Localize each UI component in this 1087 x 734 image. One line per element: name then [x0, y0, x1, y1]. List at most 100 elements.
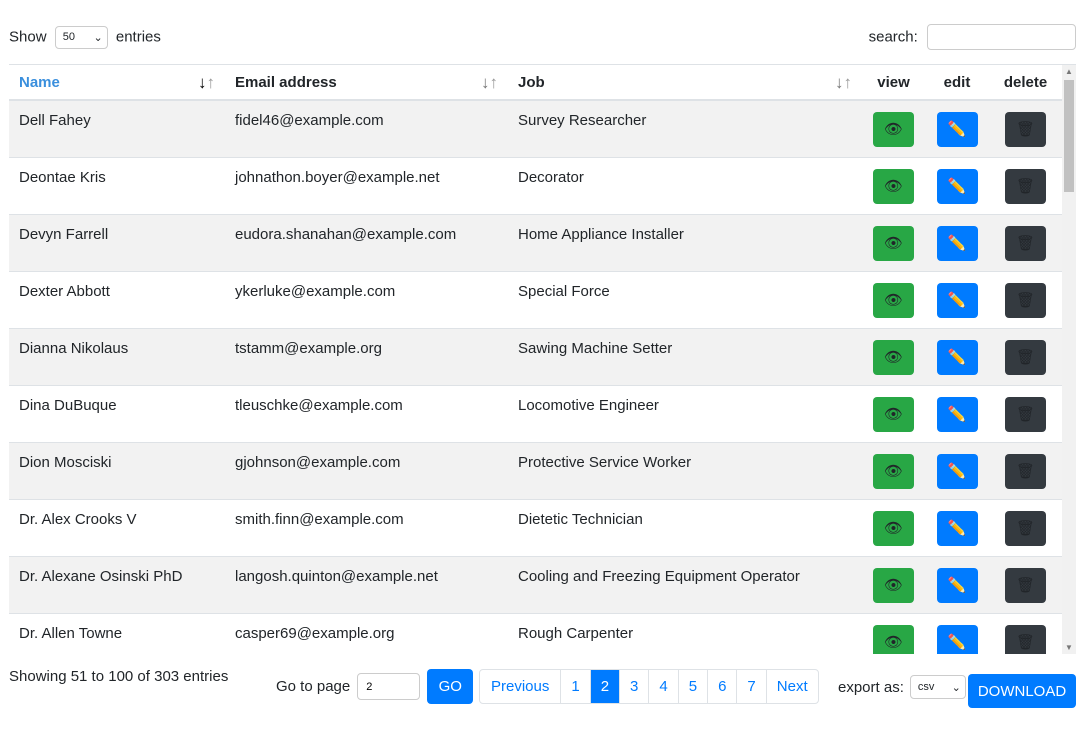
- view-button[interactable]: 👁: [873, 225, 914, 261]
- cell-email: eudora.shanahan@example.com: [225, 214, 508, 272]
- view-button[interactable]: 👁: [873, 339, 914, 375]
- go-button[interactable]: GO: [427, 669, 474, 704]
- delete-button[interactable]: 🗑: [1005, 282, 1046, 318]
- delete-button[interactable]: 🗑: [1005, 339, 1046, 375]
- column-header-edit: edit: [925, 65, 989, 101]
- table-row: Deontae Kris johnathon.boyer@example.net…: [9, 157, 1062, 215]
- table-row: Dion Mosciski gjohnson@example.com Prote…: [9, 442, 1062, 500]
- view-button[interactable]: 👁: [873, 396, 914, 432]
- pencil-icon: ✏️: [947, 348, 967, 366]
- pencil-icon: ✏️: [947, 576, 967, 594]
- entries-select[interactable]: 50 ⌄: [54, 25, 108, 49]
- page-button-2[interactable]: 2: [589, 670, 620, 703]
- table-row: Dr. Alex Crooks V smith.finn@example.com…: [9, 499, 1062, 557]
- wastebasket-icon: 🗑: [1015, 633, 1036, 651]
- eye-icon: 👁: [883, 633, 904, 651]
- table-footer: Showing 51 to 100 of 303 entries Go to p…: [9, 668, 1076, 708]
- show-label: Show: [9, 27, 47, 45]
- cell-email: casper69@example.org: [225, 613, 508, 654]
- view-button[interactable]: 👁: [873, 510, 914, 546]
- table-row: Dexter Abbott ykerluke@example.com Speci…: [9, 271, 1062, 329]
- table-row: Dr. Allen Towne casper69@example.org Rou…: [9, 613, 1062, 654]
- delete-button[interactable]: 🗑: [1005, 168, 1046, 204]
- export: export as: csv ⌄: [838, 675, 966, 699]
- eye-icon: 👁: [883, 234, 904, 252]
- goto-page-input[interactable]: [357, 673, 421, 700]
- eye-icon: 👁: [883, 348, 904, 366]
- column-header-job[interactable]: Job ↓↑: [508, 65, 862, 101]
- cell-job: Dietetic Technician: [508, 499, 862, 557]
- column-header-name[interactable]: Name ↓↑: [9, 65, 225, 101]
- view-button[interactable]: 👁: [873, 112, 914, 147]
- cell-job: Decorator: [508, 157, 862, 215]
- edit-button[interactable]: ✏️: [936, 510, 978, 546]
- scroll-down-icon[interactable]: ▼: [1065, 643, 1073, 652]
- delete-button[interactable]: 🗑: [1005, 225, 1046, 261]
- table-row: Dianna Nikolaus tstamm@example.org Sawin…: [9, 328, 1062, 386]
- wastebasket-icon: 🗑: [1015, 519, 1036, 537]
- cell-name: Dr. Allen Towne: [9, 613, 225, 654]
- delete-button[interactable]: 🗑: [1005, 567, 1046, 603]
- edit-button[interactable]: ✏️: [936, 282, 978, 318]
- edit-button[interactable]: ✏️: [936, 567, 978, 603]
- delete-button[interactable]: 🗑: [1005, 624, 1046, 654]
- download-button[interactable]: DOWNLOAD: [968, 674, 1076, 708]
- cell-name: Dion Mosciski: [9, 442, 225, 500]
- scroll-up-icon[interactable]: ▲: [1065, 67, 1073, 76]
- export-format-select[interactable]: csv ⌄: [909, 675, 966, 699]
- delete-button[interactable]: 🗑: [1005, 396, 1046, 432]
- page-button-4[interactable]: 4: [648, 670, 677, 703]
- cell-email: fidel46@example.com: [225, 100, 508, 158]
- entries-label: entries: [115, 27, 161, 45]
- page-button-7[interactable]: 7: [736, 670, 765, 703]
- cell-name: Deontae Kris: [9, 157, 225, 215]
- entries-info: Showing 51 to 100 of 303 entries: [9, 668, 229, 685]
- cell-job: Protective Service Worker: [508, 442, 862, 500]
- edit-button[interactable]: ✏️: [936, 225, 978, 261]
- view-button[interactable]: 👁: [873, 168, 914, 204]
- pencil-icon: ✏️: [947, 405, 967, 423]
- table-row: Devyn Farrell eudora.shanahan@example.co…: [9, 214, 1062, 272]
- view-button[interactable]: 👁: [873, 282, 914, 318]
- edit-button[interactable]: ✏️: [936, 624, 978, 654]
- delete-button[interactable]: 🗑: [1005, 453, 1046, 489]
- edit-button[interactable]: ✏️: [936, 112, 978, 147]
- edit-button[interactable]: ✏️: [936, 453, 978, 489]
- view-button[interactable]: 👁: [873, 624, 914, 654]
- vertical-scrollbar[interactable]: ▲ ▼: [1062, 65, 1076, 654]
- edit-button[interactable]: ✏️: [936, 396, 978, 432]
- delete-button[interactable]: 🗑: [1005, 112, 1046, 147]
- entries-length: Show 50 ⌄ entries: [9, 25, 161, 49]
- eye-icon: 👁: [883, 405, 904, 423]
- previous-page-button[interactable]: Previous: [480, 670, 560, 703]
- page-button-6[interactable]: 6: [707, 670, 736, 703]
- pencil-icon: ✏️: [947, 633, 967, 651]
- view-button[interactable]: 👁: [873, 567, 914, 603]
- cell-name: Dell Fahey: [9, 100, 225, 158]
- eye-icon: 👁: [883, 291, 904, 309]
- column-header-delete: delete: [989, 65, 1062, 101]
- column-header-view: view: [862, 65, 925, 101]
- table-row: Dell Fahey fidel46@example.com Survey Re…: [9, 100, 1062, 158]
- edit-button[interactable]: ✏️: [936, 339, 978, 375]
- page-button-3[interactable]: 3: [619, 670, 648, 703]
- cell-job: Rough Carpenter: [508, 613, 862, 654]
- scrollbar-thumb[interactable]: [1064, 80, 1074, 192]
- cell-job: Cooling and Freezing Equipment Operator: [508, 556, 862, 614]
- pencil-icon: ✏️: [947, 519, 967, 537]
- cell-job: Sawing Machine Setter: [508, 328, 862, 386]
- sort-arrows-icon: ↓↑: [198, 73, 215, 92]
- cell-job: Locomotive Engineer: [508, 385, 862, 443]
- next-page-button[interactable]: Next: [765, 670, 818, 703]
- cell-name: Dina DuBuque: [9, 385, 225, 443]
- view-button[interactable]: 👁: [873, 453, 914, 489]
- eye-icon: 👁: [883, 519, 904, 537]
- column-header-email[interactable]: Email address ↓↑: [225, 65, 508, 101]
- page-button-5[interactable]: 5: [677, 670, 707, 703]
- search-input[interactable]: [927, 24, 1076, 50]
- page-button-1[interactable]: 1: [560, 670, 589, 703]
- delete-button[interactable]: 🗑: [1005, 510, 1046, 546]
- cell-job: Special Force: [508, 271, 862, 329]
- cell-email: tleuschke@example.com: [225, 385, 508, 443]
- edit-button[interactable]: ✏️: [936, 168, 978, 204]
